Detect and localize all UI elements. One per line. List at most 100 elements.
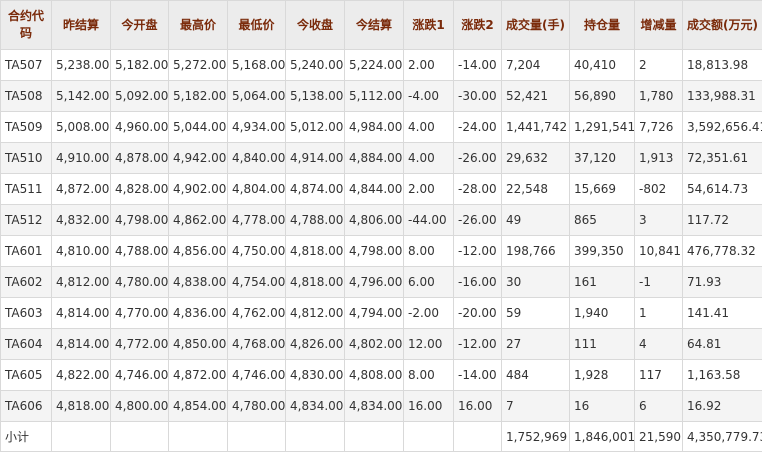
table-cell: 71.93 xyxy=(682,266,762,298)
subtotal-row: 小计 1,752,969 1,846,001 21,590 4,350,779.… xyxy=(0,421,762,452)
table-cell: -12.00 xyxy=(453,235,502,267)
table-cell: 16.00 xyxy=(453,390,502,422)
table-cell: 5,112.00 xyxy=(344,80,404,112)
table-cell: 40,410 xyxy=(569,49,635,81)
table-cell: 4,802.00 xyxy=(344,328,404,360)
table-cell: 5,092.00 xyxy=(110,80,169,112)
table-cell: 5,240.00 xyxy=(285,49,345,81)
table-cell: 4,762.00 xyxy=(227,297,286,329)
table-cell xyxy=(227,421,286,452)
col-header: 最高价 xyxy=(168,0,228,50)
table-cell: TA509 xyxy=(0,111,52,143)
table-cell: 4,832.00 xyxy=(51,204,111,236)
table-cell: 1,752,969 xyxy=(501,421,570,452)
table-cell: 12.00 xyxy=(403,328,454,360)
table-cell: 5,044.00 xyxy=(168,111,228,143)
table-cell: 4,772.00 xyxy=(110,328,169,360)
table-cell: -16.00 xyxy=(453,266,502,298)
table-cell: 4,794.00 xyxy=(344,297,404,329)
table-row: TA602 4,812.00 4,780.00 4,838.00 4,754.00 4,8… xyxy=(0,266,762,298)
table-cell: 4,856.00 xyxy=(168,235,228,267)
table-cell: 4,838.00 xyxy=(168,266,228,298)
table-cell: 4,768.00 xyxy=(227,328,286,360)
table-cell: 52,421 xyxy=(501,80,570,112)
table-cell: 4,812.00 xyxy=(285,297,345,329)
table-cell: 4,780.00 xyxy=(227,390,286,422)
table-cell: 4,942.00 xyxy=(168,142,228,174)
table-cell: 117.72 xyxy=(682,204,762,236)
table-cell: 4.00 xyxy=(403,111,454,143)
table-cell: 8.00 xyxy=(403,359,454,391)
table-cell: -802 xyxy=(634,173,683,205)
table-cell: 111 xyxy=(569,328,635,360)
table-cell: 399,350 xyxy=(569,235,635,267)
table-cell: 56,890 xyxy=(569,80,635,112)
table-cell: 64.81 xyxy=(682,328,762,360)
table-cell: 15,669 xyxy=(569,173,635,205)
table-cell: 865 xyxy=(569,204,635,236)
table-cell: 4,818.00 xyxy=(51,390,111,422)
table-cell: TA606 xyxy=(0,390,52,422)
table-cell: TA605 xyxy=(0,359,52,391)
table-cell: 4,862.00 xyxy=(168,204,228,236)
table-cell: 198,766 xyxy=(501,235,570,267)
table-cell: 7,726 xyxy=(634,111,683,143)
table-cell: 1,163.58 xyxy=(682,359,762,391)
table-cell: 4,814.00 xyxy=(51,297,111,329)
table-cell: 4,878.00 xyxy=(110,142,169,174)
table-cell: 4,902.00 xyxy=(168,173,228,205)
table-cell: 29,632 xyxy=(501,142,570,174)
table-cell: 1,928 xyxy=(569,359,635,391)
table-cell: 10,841 xyxy=(634,235,683,267)
col-header: 今结算 xyxy=(344,0,404,50)
table-cell: 4,874.00 xyxy=(285,173,345,205)
table-cell: 4,798.00 xyxy=(344,235,404,267)
table-cell: 5,008.00 xyxy=(51,111,111,143)
table-cell: 59 xyxy=(501,297,570,329)
table-cell: 4,788.00 xyxy=(110,235,169,267)
table-cell: 4,826.00 xyxy=(285,328,345,360)
table-cell: 4,836.00 xyxy=(168,297,228,329)
table-cell: 4,810.00 xyxy=(51,235,111,267)
table-cell xyxy=(344,421,404,452)
table-row: TA508 5,142.00 5,092.00 5,182.00 5,064.00 5,1… xyxy=(0,80,762,112)
table-cell: 1,846,001 xyxy=(569,421,635,452)
table-cell: 1,441,742 xyxy=(501,111,570,143)
table-cell: 2.00 xyxy=(403,173,454,205)
col-header: 今收盘 xyxy=(285,0,345,50)
table-cell: 5,142.00 xyxy=(51,80,111,112)
table-cell: 4,854.00 xyxy=(168,390,228,422)
table-cell: 5,272.00 xyxy=(168,49,228,81)
table-cell: 117 xyxy=(634,359,683,391)
col-header: 持仓量 xyxy=(569,0,635,50)
table-cell: 30 xyxy=(501,266,570,298)
table-cell: 8.00 xyxy=(403,235,454,267)
table-row: TA510 4,910.00 4,878.00 4,942.00 4,840.00 4,9… xyxy=(0,142,762,174)
table-cell: 5,012.00 xyxy=(285,111,345,143)
table-cell: TA604 xyxy=(0,328,52,360)
table-cell: 1,780 xyxy=(634,80,683,112)
table-cell: 6.00 xyxy=(403,266,454,298)
table-cell: 5,224.00 xyxy=(344,49,404,81)
table-cell: 72,351.61 xyxy=(682,142,762,174)
table-cell: 141.41 xyxy=(682,297,762,329)
table-cell: 4.00 xyxy=(403,142,454,174)
table-cell: 4,746.00 xyxy=(110,359,169,391)
table-cell: -26.00 xyxy=(453,142,502,174)
table-cell: TA603 xyxy=(0,297,52,329)
table-cell: 4,770.00 xyxy=(110,297,169,329)
col-header: 增减量 xyxy=(634,0,683,50)
table-cell: 4,746.00 xyxy=(227,359,286,391)
table-row: TA512 4,832.00 4,798.00 4,862.00 4,778.00 4,7… xyxy=(0,204,762,236)
table-cell: TA511 xyxy=(0,173,52,205)
table-cell: 4,960.00 xyxy=(110,111,169,143)
col-header: 合约代码 xyxy=(0,0,52,50)
table-cell: TA510 xyxy=(0,142,52,174)
table-cell: TA507 xyxy=(0,49,52,81)
col-header: 涨跌1 xyxy=(403,0,454,50)
table-cell: 4,884.00 xyxy=(344,142,404,174)
futures-quote-table: 合约代码 昨结算 今开盘 最高价 最低价 今收盘 今结算 涨跌1 涨跌2 成交量… xyxy=(0,0,762,452)
table-cell: 4,850.00 xyxy=(168,328,228,360)
table-cell: 5,064.00 xyxy=(227,80,286,112)
table-cell: 4,822.00 xyxy=(51,359,111,391)
